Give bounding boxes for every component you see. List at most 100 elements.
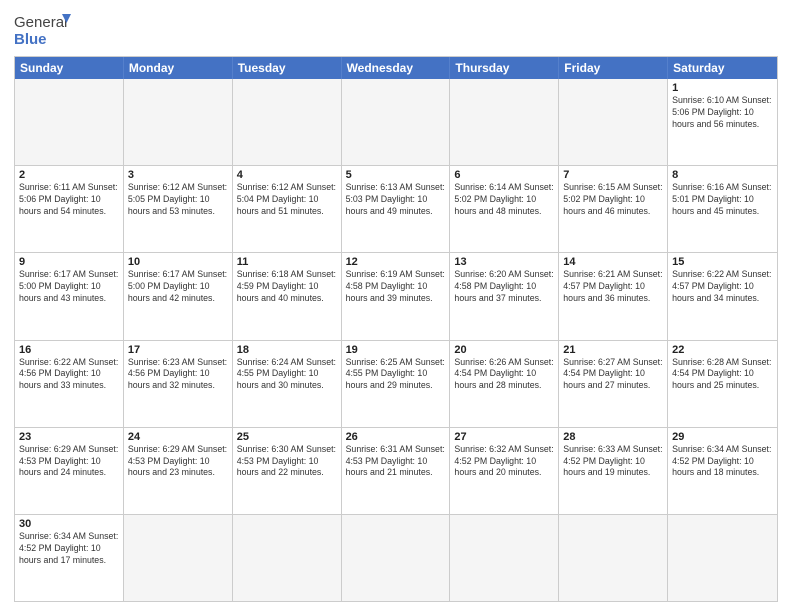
day-info: Sunrise: 6:28 AM Sunset: 4:54 PM Dayligh…	[672, 357, 773, 393]
header-saturday: Saturday	[668, 57, 777, 79]
calendar-body: 1Sunrise: 6:10 AM Sunset: 5:06 PM Daylig…	[15, 79, 777, 601]
day-empty	[233, 79, 342, 165]
day-number: 30	[19, 518, 119, 530]
day-info: Sunrise: 6:34 AM Sunset: 4:52 PM Dayligh…	[19, 531, 119, 567]
day-11: 11Sunrise: 6:18 AM Sunset: 4:59 PM Dayli…	[233, 253, 342, 339]
day-info: Sunrise: 6:17 AM Sunset: 5:00 PM Dayligh…	[128, 269, 228, 305]
day-info: Sunrise: 6:13 AM Sunset: 5:03 PM Dayligh…	[346, 182, 446, 218]
day-info: Sunrise: 6:29 AM Sunset: 4:53 PM Dayligh…	[19, 444, 119, 480]
day-empty	[450, 79, 559, 165]
day-number: 10	[128, 256, 228, 268]
header-tuesday: Tuesday	[233, 57, 342, 79]
day-14: 14Sunrise: 6:21 AM Sunset: 4:57 PM Dayli…	[559, 253, 668, 339]
day-number: 13	[454, 256, 554, 268]
day-info: Sunrise: 6:16 AM Sunset: 5:01 PM Dayligh…	[672, 182, 773, 218]
day-5: 5Sunrise: 6:13 AM Sunset: 5:03 PM Daylig…	[342, 166, 451, 252]
day-info: Sunrise: 6:30 AM Sunset: 4:53 PM Dayligh…	[237, 444, 337, 480]
day-number: 22	[672, 344, 773, 356]
svg-text:General: General	[14, 14, 67, 31]
day-13: 13Sunrise: 6:20 AM Sunset: 4:58 PM Dayli…	[450, 253, 559, 339]
day-30: 30Sunrise: 6:34 AM Sunset: 4:52 PM Dayli…	[15, 515, 124, 601]
day-number: 2	[19, 169, 119, 181]
day-info: Sunrise: 6:27 AM Sunset: 4:54 PM Dayligh…	[563, 357, 663, 393]
day-6: 6Sunrise: 6:14 AM Sunset: 5:02 PM Daylig…	[450, 166, 559, 252]
day-25: 25Sunrise: 6:30 AM Sunset: 4:53 PM Dayli…	[233, 428, 342, 514]
day-info: Sunrise: 6:32 AM Sunset: 4:52 PM Dayligh…	[454, 444, 554, 480]
day-28: 28Sunrise: 6:33 AM Sunset: 4:52 PM Dayli…	[559, 428, 668, 514]
day-10: 10Sunrise: 6:17 AM Sunset: 5:00 PM Dayli…	[124, 253, 233, 339]
day-17: 17Sunrise: 6:23 AM Sunset: 4:56 PM Dayli…	[124, 341, 233, 427]
day-number: 25	[237, 431, 337, 443]
day-info: Sunrise: 6:21 AM Sunset: 4:57 PM Dayligh…	[563, 269, 663, 305]
week-row-2: 2Sunrise: 6:11 AM Sunset: 5:06 PM Daylig…	[15, 165, 777, 252]
logo-svg: GeneralBlue	[14, 10, 72, 48]
header-monday: Monday	[124, 57, 233, 79]
calendar: SundayMondayTuesdayWednesdayThursdayFrid…	[14, 56, 778, 602]
day-number: 1	[672, 82, 773, 94]
day-number: 12	[346, 256, 446, 268]
header-thursday: Thursday	[450, 57, 559, 79]
day-info: Sunrise: 6:10 AM Sunset: 5:06 PM Dayligh…	[672, 95, 773, 131]
day-27: 27Sunrise: 6:32 AM Sunset: 4:52 PM Dayli…	[450, 428, 559, 514]
day-info: Sunrise: 6:31 AM Sunset: 4:53 PM Dayligh…	[346, 444, 446, 480]
day-info: Sunrise: 6:12 AM Sunset: 5:04 PM Dayligh…	[237, 182, 337, 218]
day-empty	[342, 79, 451, 165]
day-empty	[124, 515, 233, 601]
day-21: 21Sunrise: 6:27 AM Sunset: 4:54 PM Dayli…	[559, 341, 668, 427]
day-number: 29	[672, 431, 773, 443]
day-number: 24	[128, 431, 228, 443]
day-29: 29Sunrise: 6:34 AM Sunset: 4:52 PM Dayli…	[668, 428, 777, 514]
day-number: 19	[346, 344, 446, 356]
day-empty	[559, 79, 668, 165]
day-7: 7Sunrise: 6:15 AM Sunset: 5:02 PM Daylig…	[559, 166, 668, 252]
day-info: Sunrise: 6:22 AM Sunset: 4:57 PM Dayligh…	[672, 269, 773, 305]
day-info: Sunrise: 6:22 AM Sunset: 4:56 PM Dayligh…	[19, 357, 119, 393]
week-row-6: 30Sunrise: 6:34 AM Sunset: 4:52 PM Dayli…	[15, 514, 777, 601]
day-12: 12Sunrise: 6:19 AM Sunset: 4:58 PM Dayli…	[342, 253, 451, 339]
day-info: Sunrise: 6:17 AM Sunset: 5:00 PM Dayligh…	[19, 269, 119, 305]
week-row-5: 23Sunrise: 6:29 AM Sunset: 4:53 PM Dayli…	[15, 427, 777, 514]
day-empty	[15, 79, 124, 165]
day-info: Sunrise: 6:29 AM Sunset: 4:53 PM Dayligh…	[128, 444, 228, 480]
day-number: 11	[237, 256, 337, 268]
day-number: 9	[19, 256, 119, 268]
day-number: 20	[454, 344, 554, 356]
day-empty	[342, 515, 451, 601]
day-number: 28	[563, 431, 663, 443]
week-row-3: 9Sunrise: 6:17 AM Sunset: 5:00 PM Daylig…	[15, 252, 777, 339]
day-info: Sunrise: 6:20 AM Sunset: 4:58 PM Dayligh…	[454, 269, 554, 305]
day-info: Sunrise: 6:23 AM Sunset: 4:56 PM Dayligh…	[128, 357, 228, 393]
day-info: Sunrise: 6:18 AM Sunset: 4:59 PM Dayligh…	[237, 269, 337, 305]
day-info: Sunrise: 6:24 AM Sunset: 4:55 PM Dayligh…	[237, 357, 337, 393]
day-info: Sunrise: 6:14 AM Sunset: 5:02 PM Dayligh…	[454, 182, 554, 218]
day-info: Sunrise: 6:33 AM Sunset: 4:52 PM Dayligh…	[563, 444, 663, 480]
day-number: 17	[128, 344, 228, 356]
day-number: 6	[454, 169, 554, 181]
day-19: 19Sunrise: 6:25 AM Sunset: 4:55 PM Dayli…	[342, 341, 451, 427]
calendar-page: GeneralBlue SundayMondayTuesdayWednesday…	[0, 0, 792, 612]
day-16: 16Sunrise: 6:22 AM Sunset: 4:56 PM Dayli…	[15, 341, 124, 427]
day-number: 23	[19, 431, 119, 443]
calendar-header: SundayMondayTuesdayWednesdayThursdayFrid…	[15, 57, 777, 79]
day-info: Sunrise: 6:26 AM Sunset: 4:54 PM Dayligh…	[454, 357, 554, 393]
day-info: Sunrise: 6:34 AM Sunset: 4:52 PM Dayligh…	[672, 444, 773, 480]
day-23: 23Sunrise: 6:29 AM Sunset: 4:53 PM Dayli…	[15, 428, 124, 514]
day-number: 14	[563, 256, 663, 268]
day-number: 3	[128, 169, 228, 181]
day-number: 18	[237, 344, 337, 356]
day-info: Sunrise: 6:15 AM Sunset: 5:02 PM Dayligh…	[563, 182, 663, 218]
day-number: 4	[237, 169, 337, 181]
day-info: Sunrise: 6:12 AM Sunset: 5:05 PM Dayligh…	[128, 182, 228, 218]
svg-text:Blue: Blue	[14, 31, 47, 48]
day-empty	[668, 515, 777, 601]
day-number: 15	[672, 256, 773, 268]
day-9: 9Sunrise: 6:17 AM Sunset: 5:00 PM Daylig…	[15, 253, 124, 339]
day-2: 2Sunrise: 6:11 AM Sunset: 5:06 PM Daylig…	[15, 166, 124, 252]
day-26: 26Sunrise: 6:31 AM Sunset: 4:53 PM Dayli…	[342, 428, 451, 514]
day-4: 4Sunrise: 6:12 AM Sunset: 5:04 PM Daylig…	[233, 166, 342, 252]
day-info: Sunrise: 6:19 AM Sunset: 4:58 PM Dayligh…	[346, 269, 446, 305]
header: GeneralBlue	[14, 10, 778, 48]
day-info: Sunrise: 6:11 AM Sunset: 5:06 PM Dayligh…	[19, 182, 119, 218]
day-22: 22Sunrise: 6:28 AM Sunset: 4:54 PM Dayli…	[668, 341, 777, 427]
day-24: 24Sunrise: 6:29 AM Sunset: 4:53 PM Dayli…	[124, 428, 233, 514]
